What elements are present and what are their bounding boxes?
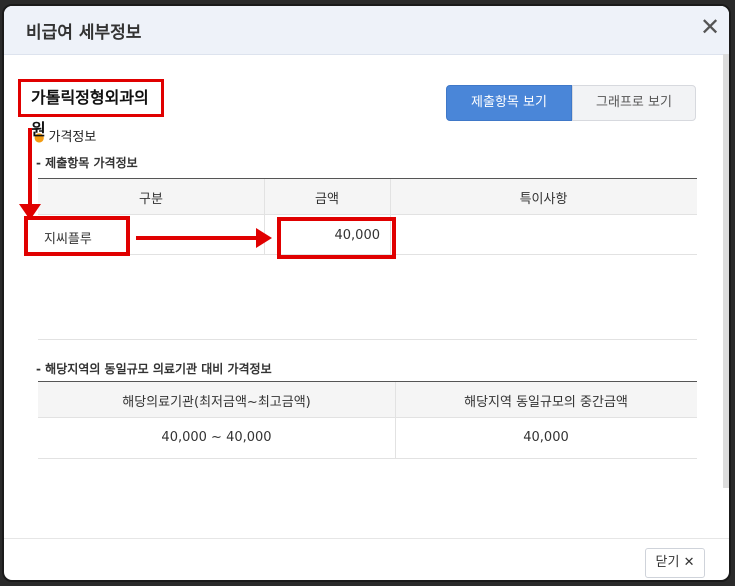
hospital-name: 가톨릭정형외과의원 xyxy=(18,79,164,139)
table1-header-amount: 금액 xyxy=(315,192,339,207)
modal-header: 비급여 세부정보 ✕ xyxy=(4,6,729,55)
scrollbar-thumb[interactable] xyxy=(723,54,729,488)
table2-header-line xyxy=(38,417,697,418)
tab-submitted-items[interactable]: 제출항목 보기 xyxy=(446,85,572,121)
footer-divider xyxy=(4,538,729,539)
modal-title: 비급여 세부정보 xyxy=(26,23,142,43)
price-info-label: 가격정보 xyxy=(48,130,97,145)
table1-header-line xyxy=(38,214,697,215)
table2-divider xyxy=(395,382,396,458)
highlight-box-amount xyxy=(277,217,396,259)
table1-divider xyxy=(264,179,265,254)
table-cell-median: 40,000 xyxy=(523,430,569,445)
table2-header-median: 해당지역 동일규모의 중간금액 xyxy=(464,395,628,410)
close-button[interactable]: 닫기 ✕ xyxy=(645,548,705,578)
submitted-price-title: - 제출항목 가격정보 xyxy=(36,156,138,170)
regional-comparison-title: - 해당지역의 동일규모 의료기관 대비 가격정보 xyxy=(36,362,272,376)
tab-graph-view[interactable]: 그래프로 보기 xyxy=(572,85,696,121)
table-cell-range: 40,000 ~ 40,000 xyxy=(161,430,272,445)
highlight-box-item xyxy=(24,216,130,256)
table2-header-range: 해당의료기관(최저금액~최고금액) xyxy=(122,395,311,410)
table1-header-category: 구분 xyxy=(139,192,163,207)
scrollbar[interactable] xyxy=(723,54,729,488)
close-icon[interactable]: ✕ xyxy=(697,14,723,40)
table1-header-note: 특이사항 xyxy=(519,192,568,207)
table2-bottom-line xyxy=(38,458,697,459)
table1-bottom-line xyxy=(38,339,697,340)
